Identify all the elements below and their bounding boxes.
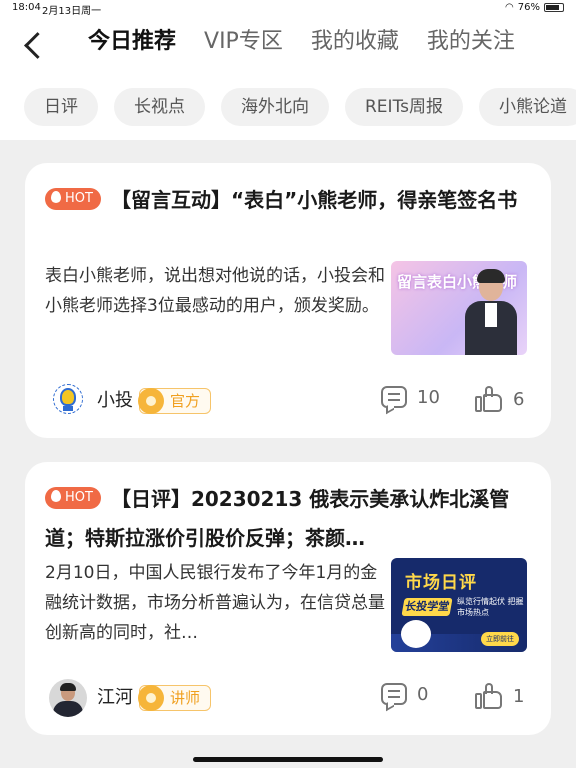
article-title-text: 【留言互动】“表白”小熊老师，得亲笔签名书 (110, 188, 518, 212)
avatar[interactable] (49, 382, 87, 420)
badge-label: 讲师 (170, 689, 201, 707)
hot-badge: HOT (45, 486, 101, 509)
tab-label: 我的收藏 (310, 29, 399, 54)
home-indicator[interactable] (193, 757, 383, 762)
medal-icon (138, 685, 164, 711)
comment-icon (381, 683, 407, 705)
official-badge: 官方 (138, 388, 212, 414)
category-chips: 日评 长视点 海外北向 REITs周报 小熊论道 (24, 88, 576, 126)
wifi-icon: ◠ (505, 2, 514, 13)
battery-percent: 76% (517, 2, 540, 13)
chip-long-view[interactable]: 长视点 (114, 88, 205, 126)
status-time: 18:04 (12, 2, 41, 13)
thumbnail-tag: 长投学堂 (401, 598, 453, 616)
article-summary: 2月10日，中国人民银行发布了今年1月的金融统计数据，市场分析普遍认为，在信贷总… (45, 563, 385, 643)
like-count: 1 (513, 685, 525, 707)
tab-favorites[interactable]: 我的收藏 (311, 26, 399, 62)
badge-label: 官方 (170, 392, 201, 410)
flame-icon (51, 489, 61, 502)
like-button[interactable]: 1 (475, 683, 524, 709)
like-button[interactable]: 6 (475, 386, 524, 412)
thumbs-up-icon (475, 683, 503, 709)
article-card[interactable]: HOT 【日评】20230213 俄表示美承认炸北溪管道；特斯拉涨价引股价反弹；茶… (25, 462, 551, 735)
article-title-text: 【日评】20230213 俄表示美承认炸北溪管道；特斯拉涨价引股价反弹；茶颜… (45, 487, 510, 550)
tab-following[interactable]: 我的关注 (427, 26, 515, 62)
hot-label: HOT (65, 190, 93, 206)
like-count: 6 (513, 388, 525, 410)
hot-badge: HOT (45, 187, 101, 210)
bear-mascot-icon (401, 620, 431, 648)
article-card[interactable]: HOT 【留言互动】“表白”小熊老师，得亲笔签名书 表白小熊老师，说出想对他说的话… (25, 163, 551, 438)
article-title: HOT 【留言互动】“表白”小熊老师，得亲笔签名书 (45, 181, 535, 220)
chip-daily-review[interactable]: 日评 (24, 88, 98, 126)
status-right: ◠ 76% (505, 2, 564, 13)
card-footer: 江河 讲师 0 1 (45, 677, 531, 717)
thumbnail-subtitle: 纵览行情起伏 把握市场热点 (457, 597, 524, 617)
battery-icon (544, 3, 564, 12)
medal-icon (138, 388, 164, 414)
comment-icon (381, 386, 407, 408)
back-arrow-icon[interactable] (18, 30, 48, 60)
header: 今日推荐 VIP专区 我的收藏 我的关注 日评 长视点 海外北向 REITs周报… (0, 16, 576, 140)
tab-label: VIP专区 (204, 29, 283, 54)
article-thumbnail[interactable]: 留言表白小熊老师 (391, 261, 527, 355)
article-title: HOT 【日评】20230213 俄表示美承认炸北溪管道；特斯拉涨价引股价反弹；茶… (45, 480, 535, 558)
tab-label: 今日推荐 (88, 29, 177, 54)
teacher-photo (465, 269, 517, 355)
comment-button[interactable]: 10 (381, 386, 440, 408)
thumbs-up-icon (475, 386, 503, 412)
comment-button[interactable]: 0 (381, 683, 428, 705)
top-tabs: 今日推荐 VIP专区 我的收藏 我的关注 (88, 26, 543, 62)
chip-overseas-north[interactable]: 海外北向 (221, 88, 329, 126)
chip-reits-weekly[interactable]: REITs周报 (345, 88, 463, 126)
article-thumbnail[interactable]: 市场日评 长投学堂 纵览行情起伏 把握市场热点 立即前往 (391, 558, 527, 652)
tab-vip[interactable]: VIP专区 (204, 26, 283, 62)
tab-label: 我的关注 (426, 29, 515, 54)
author-name[interactable]: 小投 (97, 386, 133, 412)
article-summary: 表白小熊老师，说出想对他说的话，小投会和小熊老师选择3位最感动的用户，颁发奖励。 (45, 266, 385, 316)
hot-label: HOT (65, 489, 93, 505)
flame-icon (51, 190, 61, 203)
lecturer-badge: 讲师 (138, 685, 212, 711)
card-footer: 小投 官方 10 6 (45, 380, 531, 420)
author-name[interactable]: 江河 (97, 683, 133, 709)
status-bar: 18:04 2月13日周一 ◠ 76% (0, 0, 576, 17)
thumbnail-title: 市场日评 (405, 573, 477, 593)
tab-today-recommend[interactable]: 今日推荐 (88, 26, 176, 62)
comment-count: 0 (417, 683, 429, 705)
thumbnail-button: 立即前往 (481, 632, 519, 646)
comment-count: 10 (417, 386, 440, 408)
status-date: 2月13日周一 (42, 6, 102, 17)
avatar[interactable] (49, 679, 87, 717)
chip-bear-talk[interactable]: 小熊论道 (479, 88, 576, 126)
